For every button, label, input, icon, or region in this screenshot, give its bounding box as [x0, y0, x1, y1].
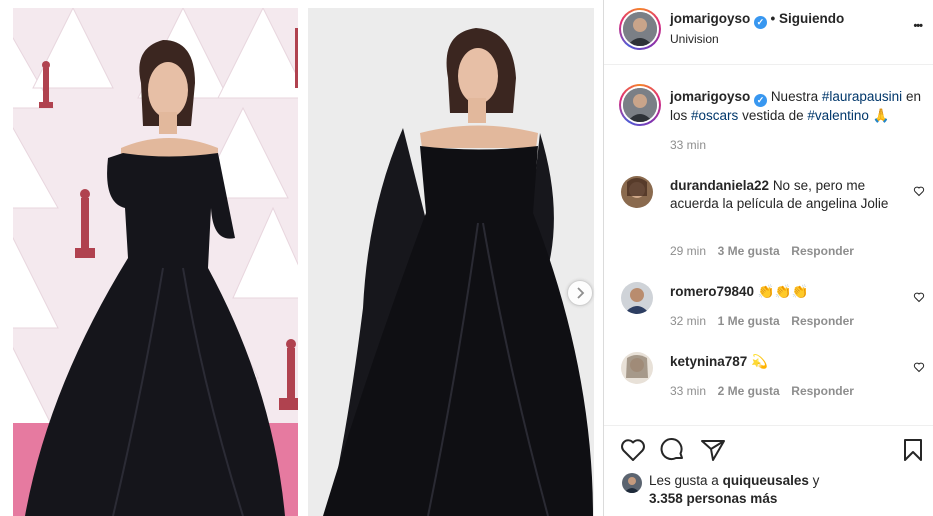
comment-likes[interactable]: 3 Me gusta: [718, 244, 780, 258]
more-options-icon[interactable]: •••: [913, 20, 923, 32]
post-media[interactable]: [0, 0, 603, 516]
author-username[interactable]: jomarigoyso: [670, 11, 750, 26]
comment-likes[interactable]: 2 Me gusta: [718, 384, 780, 398]
caption-time: 33 min: [670, 138, 707, 152]
comment-username[interactable]: ketynina787: [670, 354, 747, 369]
comment-time: 29 min: [670, 244, 707, 258]
chevron-right-icon: [577, 287, 585, 299]
caption-segment: Nuestra: [770, 89, 819, 104]
likes-summary: Les gusta a quiqueusales y 3.358 persona…: [649, 472, 889, 508]
like-comment-heart-icon[interactable]: [913, 291, 925, 303]
likes-count-link[interactable]: 3.358 personas más: [649, 491, 777, 506]
reply-button[interactable]: Responder: [791, 314, 854, 328]
caption-username[interactable]: jomarigoyso: [670, 89, 750, 104]
comment-text: 👏👏👏: [757, 284, 809, 299]
next-image-button[interactable]: [567, 280, 593, 306]
verified-icon: ✓: [753, 16, 767, 29]
like-heart-icon[interactable]: [620, 438, 646, 462]
commenter-avatar[interactable]: [621, 352, 653, 384]
caption-segment: vestida de: [742, 108, 804, 123]
comment-username[interactable]: durandaniela22: [670, 178, 769, 193]
likes-connector: y: [812, 473, 820, 488]
like-comment-heart-icon[interactable]: [913, 361, 925, 373]
save-bookmark-icon[interactable]: [902, 438, 924, 462]
comment-username[interactable]: romero79840: [670, 284, 754, 299]
author-avatar[interactable]: [619, 8, 661, 50]
comment-text: 💫: [751, 354, 768, 369]
comment-meta: 33 min 2 Me gusta Responder: [670, 383, 854, 398]
comment-body: ketynina787 💫: [670, 353, 900, 371]
comment-bubble-icon[interactable]: [660, 438, 686, 462]
post-side-panel: jomarigoyso ✓ • Siguiendo Univision ••• …: [603, 0, 933, 516]
reply-button[interactable]: Responder: [791, 384, 854, 398]
post-header: jomarigoyso ✓ • Siguiendo Univision •••: [604, 0, 933, 65]
comment-meta: 29 min 3 Me gusta Responder: [670, 243, 854, 258]
commenter-avatar[interactable]: [621, 176, 653, 208]
photo-studio: [308, 8, 594, 516]
liker-username[interactable]: quiqueusales: [723, 473, 809, 488]
commenter-avatar[interactable]: [621, 282, 653, 314]
like-comment-heart-icon[interactable]: [913, 185, 925, 197]
comment-likes[interactable]: 1 Me gusta: [718, 314, 780, 328]
photo-red-carpet: [13, 8, 298, 516]
comment-time: 32 min: [670, 314, 707, 328]
following-button[interactable]: • Siguiendo: [771, 11, 845, 26]
comment-time: 33 min: [670, 384, 707, 398]
post-location[interactable]: Univision: [670, 32, 719, 46]
likes-prefix: Les gusta a: [649, 473, 719, 488]
hashtag-link[interactable]: #laurapausini: [822, 89, 902, 104]
caption-text: jomarigoyso ✓ Nuestra #laurapausini en l…: [670, 88, 928, 125]
hashtag-link[interactable]: #valentino: [807, 108, 869, 123]
verified-icon: ✓: [754, 94, 768, 107]
comment-meta: 32 min 1 Me gusta Responder: [670, 313, 854, 328]
liker-avatar[interactable]: [622, 473, 642, 493]
hashtag-link[interactable]: #oscars: [691, 108, 738, 123]
comment-body: romero79840 👏👏👏: [670, 283, 900, 301]
reply-button[interactable]: Responder: [791, 244, 854, 258]
praying-hands-emoji: 🙏: [872, 108, 890, 123]
comment-body: durandaniela22 No se, pero me acuerda la…: [670, 177, 900, 213]
caption-author-avatar[interactable]: [619, 84, 661, 126]
share-paper-plane-icon[interactable]: [700, 438, 726, 462]
post-actions: Les gusta a quiqueusales y 3.358 persona…: [604, 425, 933, 516]
